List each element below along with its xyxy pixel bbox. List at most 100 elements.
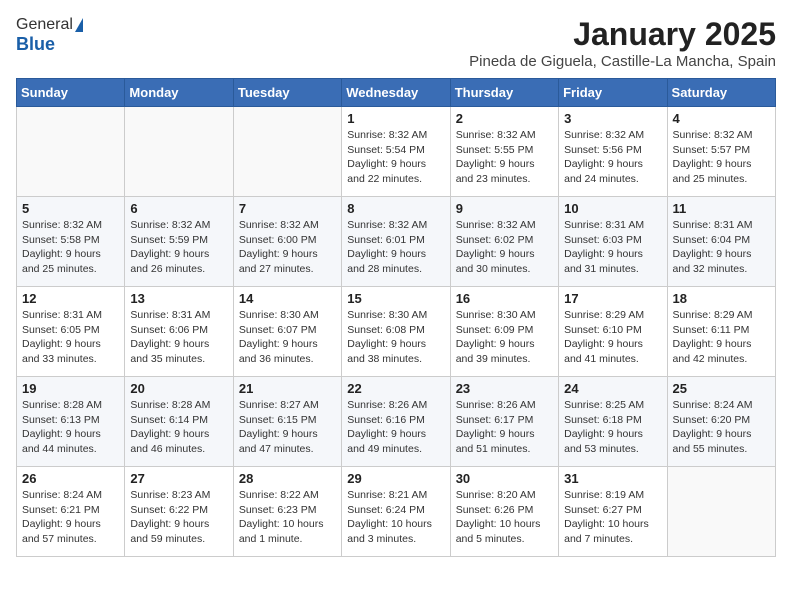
week-row-3: 19 Sunrise: 8:28 AM Sunset: 6:13 PM Dayli…	[17, 377, 776, 467]
calendar-cell: 28Sunrise: 8:22 AM Sunset: 6:23 PM Dayli…	[233, 467, 341, 557]
calendar-cell: 5 Sunrise: 8:32 AM Sunset: 5:58 PM Daylig…	[17, 197, 125, 287]
calendar-cell	[125, 107, 233, 197]
day-info: Sunrise: 8:32 AM Sunset: 6:02 PM Dayligh…	[456, 218, 553, 277]
calendar-cell: 7Sunrise: 8:32 AM Sunset: 6:00 PM Daylig…	[233, 197, 341, 287]
day-info: Sunrise: 8:19 AM Sunset: 6:27 PM Dayligh…	[564, 488, 661, 547]
calendar-cell: 10Sunrise: 8:31 AM Sunset: 6:03 PM Dayli…	[559, 197, 667, 287]
day-info: Sunrise: 8:32 AM Sunset: 5:58 PM Dayligh…	[22, 218, 119, 277]
week-row-4: 26 Sunrise: 8:24 AM Sunset: 6:21 PM Dayli…	[17, 467, 776, 557]
day-number: 13	[130, 291, 227, 306]
day-info: Sunrise: 8:31 AM Sunset: 6:04 PM Dayligh…	[673, 218, 770, 277]
header-day-monday: Monday	[125, 79, 233, 107]
day-info: Sunrise: 8:31 AM Sunset: 6:06 PM Dayligh…	[130, 308, 227, 367]
calendar-cell	[667, 467, 775, 557]
calendar-cell: 4Sunrise: 8:32 AM Sunset: 5:57 PM Daylig…	[667, 107, 775, 197]
day-info: Sunrise: 8:32 AM Sunset: 6:01 PM Dayligh…	[347, 218, 444, 277]
day-number: 19	[22, 381, 119, 396]
day-number: 20	[130, 381, 227, 396]
location-title: Pineda de Giguela, Castille-La Mancha, S…	[469, 53, 776, 70]
day-number: 14	[239, 291, 336, 306]
day-number: 25	[673, 381, 770, 396]
day-info: Sunrise: 8:30 AM Sunset: 6:08 PM Dayligh…	[347, 308, 444, 367]
day-number: 2	[456, 111, 553, 126]
calendar-cell: 26 Sunrise: 8:24 AM Sunset: 6:21 PM Dayli…	[17, 467, 125, 557]
day-number: 16	[456, 291, 553, 306]
calendar-table: SundayMondayTuesdayWednesdayThursdayFrid…	[16, 78, 776, 557]
day-info: Sunrise: 8:24 AM Sunset: 6:21 PM Dayligh…	[22, 488, 119, 547]
day-number: 11	[673, 201, 770, 216]
day-info: Sunrise: 8:30 AM Sunset: 6:09 PM Dayligh…	[456, 308, 553, 367]
day-number: 27	[130, 471, 227, 486]
day-number: 9	[456, 201, 553, 216]
day-info: Sunrise: 8:26 AM Sunset: 6:16 PM Dayligh…	[347, 398, 444, 457]
page-header: General Blue January 2025 Pineda de Gigu…	[16, 16, 776, 70]
day-info: Sunrise: 8:23 AM Sunset: 6:22 PM Dayligh…	[130, 488, 227, 547]
day-info: Sunrise: 8:32 AM Sunset: 6:00 PM Dayligh…	[239, 218, 336, 277]
calendar-cell: 22 Sunrise: 8:26 AM Sunset: 6:16 PM Dayli…	[342, 377, 450, 467]
calendar-cell: 19 Sunrise: 8:28 AM Sunset: 6:13 PM Dayli…	[17, 377, 125, 467]
day-number: 3	[564, 111, 661, 126]
day-number: 23	[456, 381, 553, 396]
calendar-cell: 18Sunrise: 8:29 AM Sunset: 6:11 PM Dayli…	[667, 287, 775, 377]
calendar-cell: 31 Sunrise: 8:19 AM Sunset: 6:27 PM Dayli…	[559, 467, 667, 557]
day-number: 5	[22, 201, 119, 216]
calendar-cell: 11 Sunrise: 8:31 AM Sunset: 6:04 PM Dayli…	[667, 197, 775, 287]
header-day-tuesday: Tuesday	[233, 79, 341, 107]
header-day-sunday: Sunday	[17, 79, 125, 107]
day-info: Sunrise: 8:29 AM Sunset: 6:10 PM Dayligh…	[564, 308, 661, 367]
day-info: Sunrise: 8:28 AM Sunset: 6:13 PM Dayligh…	[22, 398, 119, 457]
calendar-header: SundayMondayTuesdayWednesdayThursdayFrid…	[17, 79, 776, 107]
day-info: Sunrise: 8:31 AM Sunset: 6:05 PM Dayligh…	[22, 308, 119, 367]
week-row-2: 12 Sunrise: 8:31 AM Sunset: 6:05 PM Dayli…	[17, 287, 776, 377]
day-number: 8	[347, 201, 444, 216]
header-day-wednesday: Wednesday	[342, 79, 450, 107]
month-title: January 2025	[469, 16, 776, 53]
day-number: 12	[22, 291, 119, 306]
day-number: 17	[564, 291, 661, 306]
header-day-saturday: Saturday	[667, 79, 775, 107]
calendar-cell: 6 Sunrise: 8:32 AM Sunset: 5:59 PM Daylig…	[125, 197, 233, 287]
day-info: Sunrise: 8:26 AM Sunset: 6:17 PM Dayligh…	[456, 398, 553, 457]
day-number: 6	[130, 201, 227, 216]
calendar-cell: 25 Sunrise: 8:24 AM Sunset: 6:20 PM Dayli…	[667, 377, 775, 467]
calendar-cell: 17 Sunrise: 8:29 AM Sunset: 6:10 PM Dayli…	[559, 287, 667, 377]
day-number: 22	[347, 381, 444, 396]
day-info: Sunrise: 8:30 AM Sunset: 6:07 PM Dayligh…	[239, 308, 336, 367]
day-number: 30	[456, 471, 553, 486]
calendar-cell	[17, 107, 125, 197]
day-info: Sunrise: 8:20 AM Sunset: 6:26 PM Dayligh…	[456, 488, 553, 547]
day-info: Sunrise: 8:32 AM Sunset: 5:55 PM Dayligh…	[456, 128, 553, 187]
calendar-cell: 8 Sunrise: 8:32 AM Sunset: 6:01 PM Daylig…	[342, 197, 450, 287]
calendar-cell: 3 Sunrise: 8:32 AM Sunset: 5:56 PM Daylig…	[559, 107, 667, 197]
day-number: 31	[564, 471, 661, 486]
day-number: 24	[564, 381, 661, 396]
calendar-cell: 24Sunrise: 8:25 AM Sunset: 6:18 PM Dayli…	[559, 377, 667, 467]
day-info: Sunrise: 8:24 AM Sunset: 6:20 PM Dayligh…	[673, 398, 770, 457]
logo-general-text: General	[16, 16, 73, 34]
logo: General Blue	[16, 16, 83, 55]
calendar-body: 1 Sunrise: 8:32 AM Sunset: 5:54 PM Daylig…	[17, 107, 776, 557]
calendar-cell: 1 Sunrise: 8:32 AM Sunset: 5:54 PM Daylig…	[342, 107, 450, 197]
day-info: Sunrise: 8:31 AM Sunset: 6:03 PM Dayligh…	[564, 218, 661, 277]
day-number: 15	[347, 291, 444, 306]
day-info: Sunrise: 8:32 AM Sunset: 5:56 PM Dayligh…	[564, 128, 661, 187]
week-row-1: 5 Sunrise: 8:32 AM Sunset: 5:58 PM Daylig…	[17, 197, 776, 287]
calendar-cell: 13 Sunrise: 8:31 AM Sunset: 6:06 PM Dayli…	[125, 287, 233, 377]
day-info: Sunrise: 8:32 AM Sunset: 5:54 PM Dayligh…	[347, 128, 444, 187]
logo-triangle-icon	[75, 18, 83, 32]
header-day-friday: Friday	[559, 79, 667, 107]
day-number: 1	[347, 111, 444, 126]
day-info: Sunrise: 8:21 AM Sunset: 6:24 PM Dayligh…	[347, 488, 444, 547]
day-number: 26	[22, 471, 119, 486]
day-number: 28	[239, 471, 336, 486]
calendar-cell: 23 Sunrise: 8:26 AM Sunset: 6:17 PM Dayli…	[450, 377, 558, 467]
header-row: SundayMondayTuesdayWednesdayThursdayFrid…	[17, 79, 776, 107]
day-info: Sunrise: 8:32 AM Sunset: 5:57 PM Dayligh…	[673, 128, 770, 187]
day-info: Sunrise: 8:32 AM Sunset: 5:59 PM Dayligh…	[130, 218, 227, 277]
calendar-cell: 20Sunrise: 8:28 AM Sunset: 6:14 PM Dayli…	[125, 377, 233, 467]
calendar-cell: 15 Sunrise: 8:30 AM Sunset: 6:08 PM Dayli…	[342, 287, 450, 377]
day-number: 21	[239, 381, 336, 396]
day-number: 29	[347, 471, 444, 486]
logo-blue-text: Blue	[16, 34, 55, 55]
calendar-cell: 2 Sunrise: 8:32 AM Sunset: 5:55 PM Daylig…	[450, 107, 558, 197]
